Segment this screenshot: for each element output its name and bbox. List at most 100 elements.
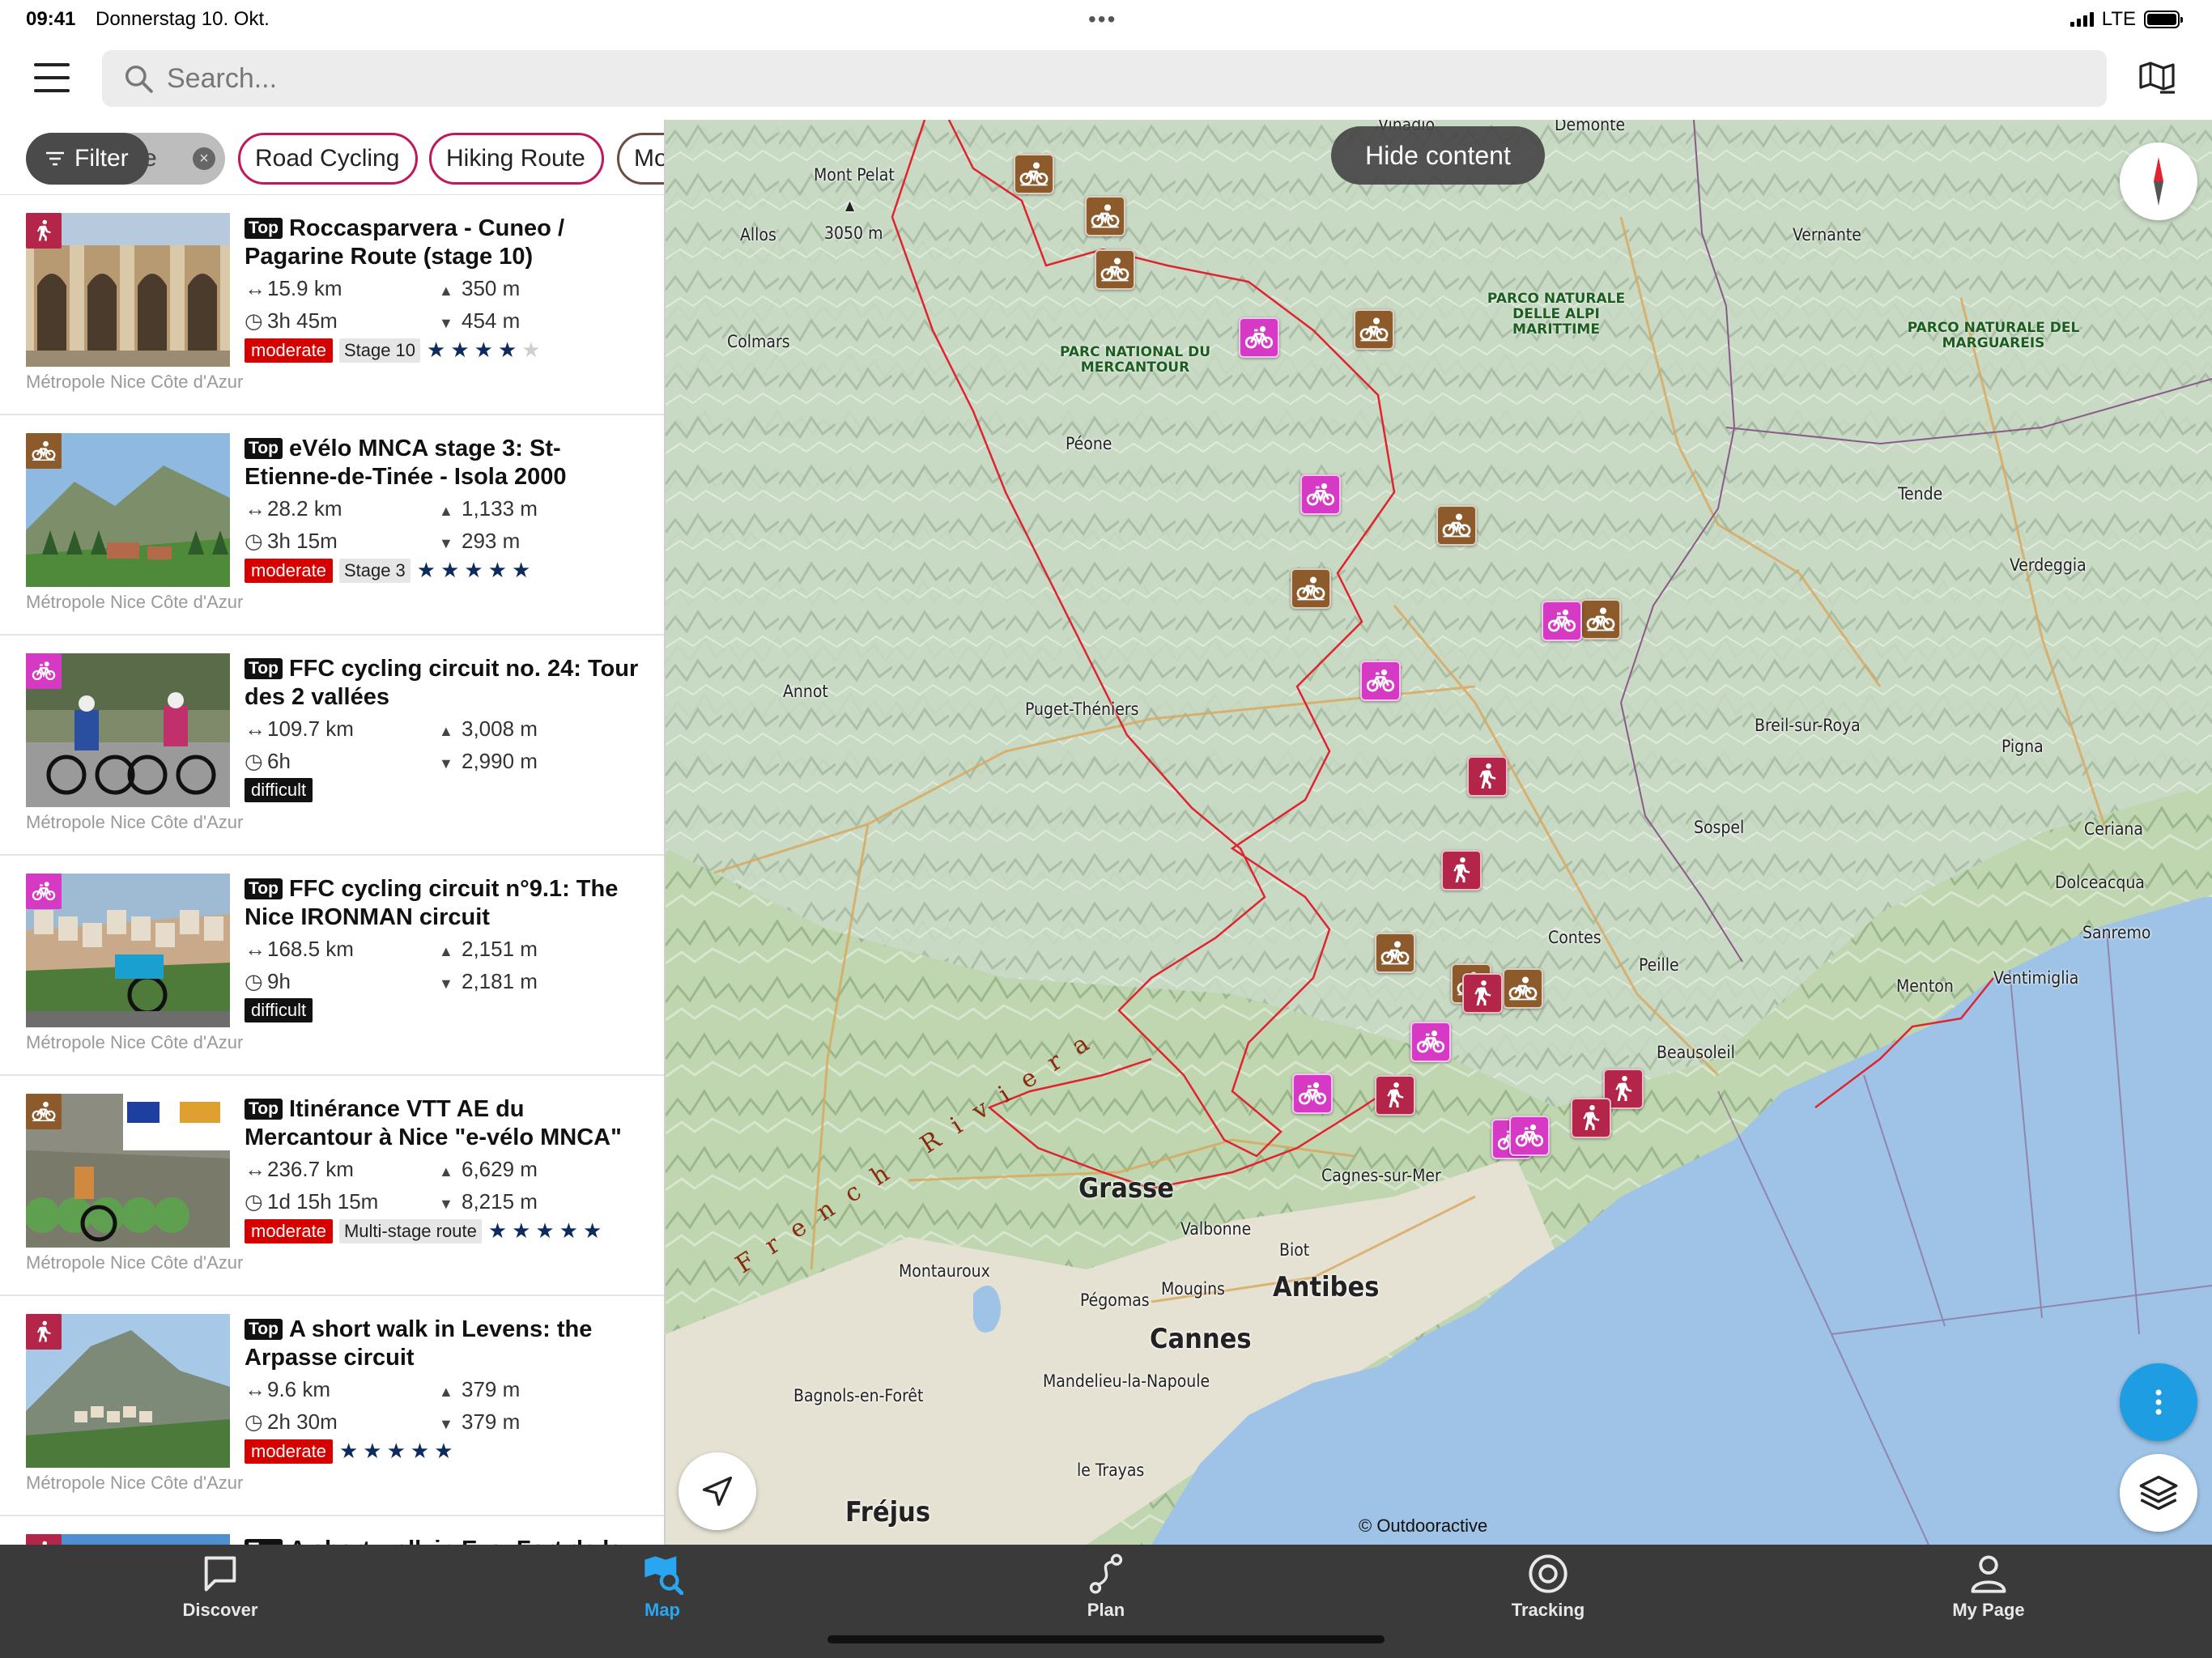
tab-tracking[interactable]: Tracking: [1443, 1553, 1653, 1634]
place-label: Valbonne: [1180, 1219, 1252, 1239]
mountain-bike-pin-icon[interactable]: [1375, 933, 1415, 973]
chip-hiking-route[interactable]: Hiking Route: [429, 133, 604, 185]
compass-button[interactable]: [2120, 142, 2197, 220]
distance-icon: ↔: [245, 937, 266, 961]
filter-label: Filter: [74, 145, 129, 172]
hiking-icon: [26, 1534, 62, 1545]
ascent-icon: ▲: [439, 723, 453, 739]
descent: ▼ 379 m: [439, 1409, 520, 1435]
ascent: ▲ 3,008 m: [439, 716, 538, 742]
search-input[interactable]: [167, 57, 2029, 100]
road-cycling-pin-icon[interactable]: [1410, 1022, 1451, 1062]
tour-tags: moderate Stage 10 ★★★★★: [245, 338, 546, 363]
road-cycling-pin-icon[interactable]: [1360, 661, 1401, 701]
mountain-bike-pin-icon[interactable]: [1503, 968, 1543, 1009]
mountain-bike-pin-icon[interactable]: [1436, 505, 1477, 546]
hiking-pin-icon[interactable]: [1571, 1098, 1611, 1138]
mountain-bike-pin-icon[interactable]: [1291, 568, 1331, 609]
stage-badge: Stage 10: [338, 338, 421, 363]
hiking-pin-icon[interactable]: [1467, 756, 1508, 797]
distance: ↔109.7 km: [245, 716, 354, 742]
mountain-bike-pin-icon[interactable]: [1354, 309, 1394, 350]
tab-map[interactable]: Map: [557, 1553, 768, 1634]
mountain-bike-pin-icon[interactable]: [1095, 249, 1135, 290]
distance-icon: ↔: [245, 1157, 266, 1181]
chip-road-cycling[interactable]: Road Cycling: [238, 133, 418, 185]
place-label: Menton: [1896, 976, 1954, 996]
chip-more[interactable]: Mo: [617, 133, 664, 185]
home-indicator[interactable]: [827, 1635, 1385, 1643]
place-label: Mandelieu-la-Napoule: [1043, 1371, 1210, 1391]
road-cycling-pin-icon[interactable]: [1509, 1116, 1550, 1156]
more-vertical-icon: [2155, 1389, 2162, 1415]
tab-plan[interactable]: Plan: [1001, 1553, 1211, 1634]
distance-icon: ↔: [245, 496, 266, 521]
descent: ▼ 293 m: [439, 529, 520, 554]
tour-card[interactable]: Top A short walk in Eze: Fort de la: [0, 1516, 664, 1545]
park-label-alpi-marittime: PARCO NATURALE DELLE ALPI MARITTIME: [1487, 291, 1626, 338]
road-cycling-pin-icon[interactable]: [1300, 474, 1341, 515]
tour-card[interactable]: Top FFC cycling circuit no. 24: Tour des …: [0, 636, 664, 856]
tour-card[interactable]: Top Itinérance VTT AE du Mercantour à Nic…: [0, 1076, 664, 1296]
tour-card[interactable]: Top FFC cycling circuit n°9.1: The Nice I…: [0, 856, 664, 1076]
map-view[interactable]: PARCO NATURALE DELLE ALPI MARITTIME PARC…: [666, 120, 2212, 1545]
search-icon: [125, 66, 153, 93]
tour-tags: moderate Stage 3 ★★★★★: [245, 558, 535, 583]
tour-region: Métropole Nice Côte d'Azur: [26, 1252, 244, 1273]
place-label: Peille: [1639, 955, 1679, 975]
tab-discover[interactable]: Discover: [115, 1553, 325, 1634]
tab-plan-label: Plan: [1087, 1600, 1125, 1620]
place-label: Cagnes-sur-Mer: [1321, 1166, 1441, 1185]
filter-chip[interactable]: ute Filter ×: [26, 133, 225, 185]
difficulty-badge: moderate: [245, 558, 333, 583]
road-cycling-pin-icon[interactable]: [1542, 601, 1582, 641]
tour-card[interactable]: Top eVélo MNCA stage 3: St-Etienne-de-Tin…: [0, 415, 664, 636]
descent: ▼ 2,181 m: [439, 969, 538, 994]
more-options-button[interactable]: [2120, 1363, 2197, 1441]
road-cycling-pin-icon[interactable]: [1239, 317, 1279, 358]
difficulty-badge: difficult: [245, 998, 313, 1022]
place-label: Puget-Théniers: [1025, 699, 1139, 719]
multitasking-dots-icon[interactable]: •••: [1088, 6, 1117, 32]
place-label: Sanremo: [2082, 923, 2151, 942]
duration-value: 1d 15h 15m: [267, 1189, 379, 1214]
place-label: Ventimiglia: [1993, 968, 2079, 988]
ascent: ▲ 6,629 m: [439, 1157, 538, 1182]
rating-stars: ★★★★★: [338, 1439, 458, 1463]
map-list-toggle-icon[interactable]: [2138, 58, 2176, 97]
clear-chip-icon[interactable]: ×: [193, 147, 215, 170]
major-place-label: Cannes: [1150, 1323, 1252, 1355]
peak-marker-icon: ▲: [845, 198, 855, 213]
layers-button[interactable]: [2120, 1454, 2197, 1532]
place-label: le Trayas: [1077, 1460, 1145, 1480]
mountain-bike-pin-icon[interactable]: [1580, 599, 1621, 640]
hiking-pin-icon[interactable]: [1375, 1075, 1415, 1116]
tour-title-text: A short walk in Levens: the Arpasse circ…: [245, 1316, 593, 1371]
compass-icon: [2154, 157, 2163, 206]
distance-value: 15.9 km: [267, 276, 342, 300]
locate-me-button[interactable]: [678, 1452, 756, 1530]
mountain-bike-pin-icon[interactable]: [1014, 154, 1054, 194]
clock-icon: ◷: [245, 969, 263, 993]
descent-value: 454 m: [462, 308, 521, 333]
mountain-bike-icon: [26, 433, 62, 469]
tab-my-page-label: My Page: [1952, 1600, 2025, 1620]
network-type: LTE: [2101, 8, 2136, 30]
menu-icon[interactable]: [34, 63, 70, 92]
duration: ◷ 3h 15m: [245, 529, 338, 554]
tour-list[interactable]: Top Roccasparvera - Cuneo / Pagarine Rout…: [0, 194, 664, 1545]
tour-card[interactable]: Top A short walk in Levens: the Arpasse c…: [0, 1296, 664, 1516]
filter-button[interactable]: Filter: [26, 133, 149, 185]
tour-card[interactable]: Top Roccasparvera - Cuneo / Pagarine Rout…: [0, 195, 664, 415]
road-cycling-pin-icon[interactable]: [1292, 1073, 1333, 1114]
hiking-pin-icon[interactable]: [1462, 973, 1503, 1014]
park-label-mercantour: PARC NATIONAL DU MERCANTOUR: [1059, 344, 1211, 376]
tab-tracking-label: Tracking: [1511, 1600, 1585, 1620]
tab-my-page[interactable]: My Page: [1883, 1553, 2094, 1634]
search-bar[interactable]: [102, 50, 2107, 107]
hide-content-button[interactable]: Hide content: [1331, 126, 1545, 185]
descent: ▼ 8,215 m: [439, 1189, 538, 1214]
mountain-bike-pin-icon[interactable]: [1085, 196, 1125, 236]
tour-title-text: FFC cycling circuit no. 24: Tour des 2 v…: [245, 656, 639, 710]
hiking-pin-icon[interactable]: [1441, 850, 1482, 891]
